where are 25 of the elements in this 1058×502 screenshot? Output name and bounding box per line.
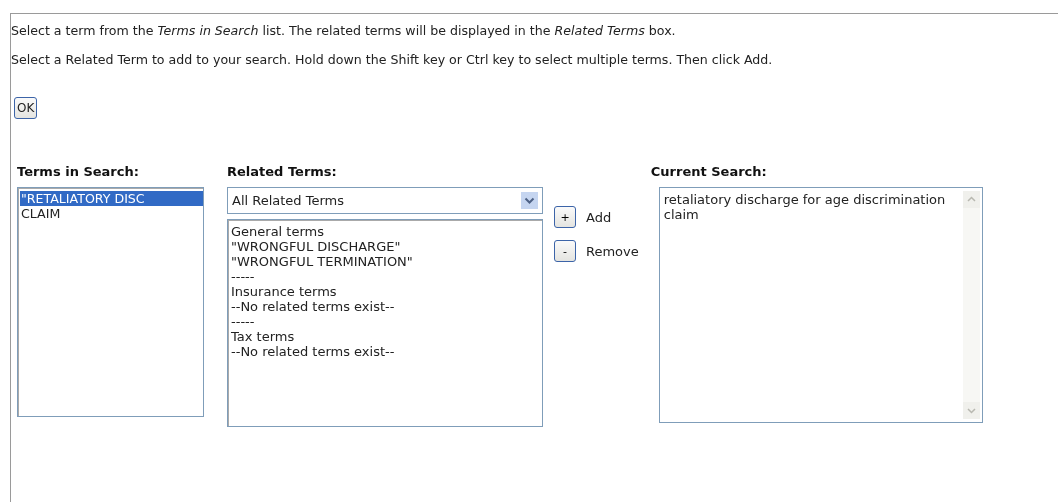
list-item[interactable]: CLAIM xyxy=(20,206,203,221)
instruction-text: Select a term from the Terms in Search list. The related terms will be displayed in the Related Terms box. xyxy=(11,23,677,38)
ok-button[interactable]: OK xyxy=(14,97,38,119)
remove-button[interactable]: - xyxy=(554,240,576,262)
list-item[interactable]: "WRONGFUL DISCHARGE" xyxy=(230,239,542,254)
current-search-field[interactable]: retaliatory discharge for age discrimination claim xyxy=(658,187,983,423)
terms-listbox[interactable]: "RETALIATORY DISC CLAIM xyxy=(17,187,204,417)
list-item[interactable]: ----- xyxy=(230,269,542,284)
related-terms-dropdown[interactable]: All Related Terms xyxy=(227,187,543,214)
terms-in-search-heading: Terms in Search: xyxy=(17,164,140,179)
list-item[interactable]: --No related terms exist-- xyxy=(230,344,542,359)
list-item[interactable]: General terms xyxy=(230,224,542,239)
remove-label: Remove xyxy=(586,243,639,259)
related-terms-heading: Related Terms: xyxy=(227,164,338,179)
list-item[interactable]: "WRONGFUL TERMINATION" xyxy=(230,254,542,269)
instruction-text: Select a Related Term to add to your search. Hold down the Shift key or Ctrl key to select multiple terms. Then click Add. xyxy=(11,52,774,67)
list-item[interactable]: Insurance terms xyxy=(230,284,542,299)
add-label: Add xyxy=(586,209,612,225)
list-item[interactable]: ----- xyxy=(230,314,542,329)
add-button[interactable]: + xyxy=(554,206,576,228)
related-terms-listbox[interactable]: General terms "WRONGFUL DISCHARGE" "WRONGFUL TERMINATION" ----- Insurance terms --No related terms exist-- ----- Tax terms --No related terms exist-- xyxy=(227,219,543,427)
list-item[interactable]: Tax terms xyxy=(230,329,542,344)
current-search-heading: Current Search: xyxy=(650,164,768,179)
list-item[interactable]: --No related terms exist-- xyxy=(230,299,542,314)
list-item[interactable]: "RETALIATORY DISC xyxy=(20,191,203,206)
